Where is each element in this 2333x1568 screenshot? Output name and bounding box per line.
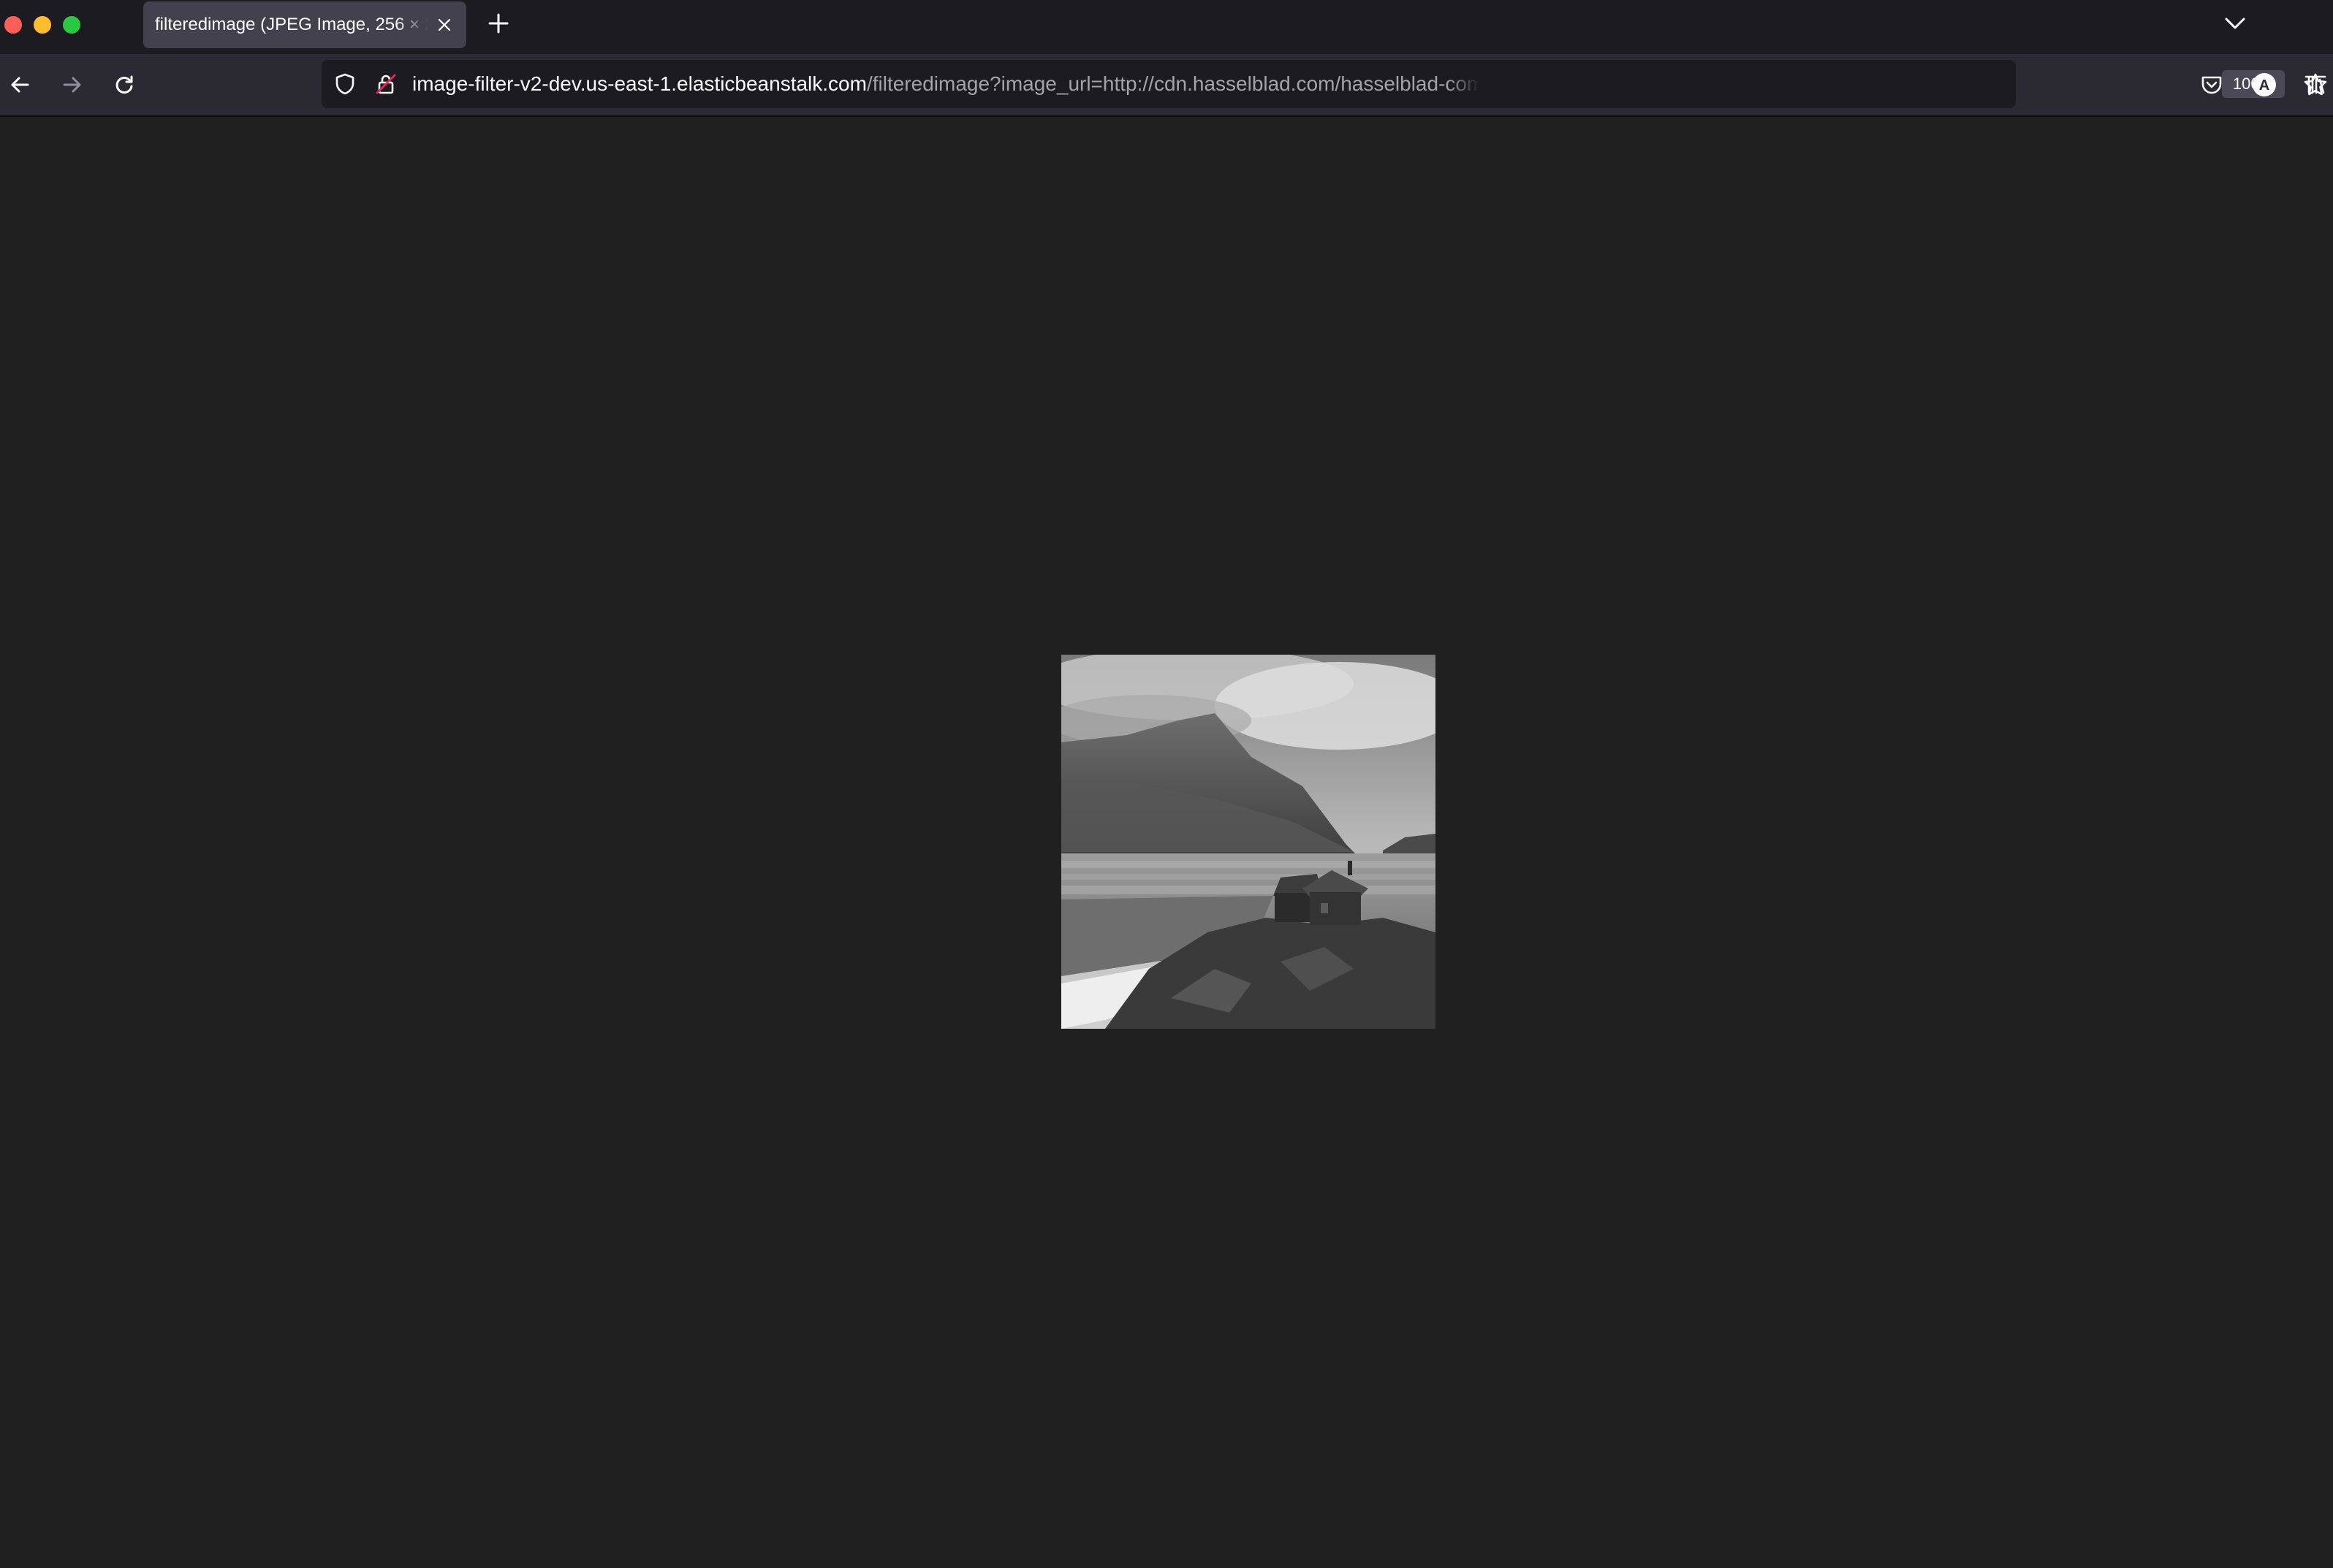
navigation-toolbar: image-filter-v2-dev.us-east-1.elasticbea… bbox=[0, 54, 2333, 117]
image-viewer bbox=[0, 117, 2333, 1568]
tab-active[interactable]: filteredimage (JPEG Image, 256 × 256 pix… bbox=[143, 1, 466, 48]
insecure-lock-icon[interactable] bbox=[374, 72, 398, 96]
back-arrow-icon bbox=[11, 77, 29, 93]
reload-button[interactable] bbox=[107, 67, 142, 102]
close-window-button[interactable] bbox=[4, 16, 22, 34]
reload-icon bbox=[115, 75, 133, 94]
url-path: /filteredimage?image_url=http://cdn.hass… bbox=[866, 72, 1479, 95]
minimize-window-button[interactable] bbox=[34, 16, 51, 34]
maximize-window-button[interactable] bbox=[63, 16, 80, 34]
tab-title: filteredimage (JPEG Image, 256 × 256 pix… bbox=[155, 15, 428, 34]
shield-icon[interactable] bbox=[333, 72, 357, 96]
account-button[interactable]: A bbox=[2247, 67, 2282, 102]
browser-window: filteredimage (JPEG Image, 256 × 256 pix… bbox=[0, 0, 2333, 1568]
library-icon bbox=[2304, 75, 2326, 94]
url-text[interactable]: image-filter-v2-dev.us-east-1.elasticbea… bbox=[412, 60, 1479, 108]
landscape-photo bbox=[1061, 655, 1435, 1029]
forward-button[interactable] bbox=[54, 67, 89, 102]
account-icon: A bbox=[2253, 73, 2276, 96]
back-button[interactable] bbox=[3, 67, 38, 102]
tab-strip: filteredimage (JPEG Image, 256 × 256 pix… bbox=[0, 0, 2333, 54]
library-button[interactable] bbox=[2298, 67, 2333, 102]
account-initial: A bbox=[2259, 77, 2269, 94]
url-host: image-filter-v2-dev.us-east-1.elasticbea… bbox=[412, 72, 867, 95]
address-bar[interactable]: image-filter-v2-dev.us-east-1.elasticbea… bbox=[322, 60, 2327, 108]
close-icon[interactable] bbox=[436, 16, 453, 34]
forward-arrow-icon bbox=[63, 77, 81, 93]
pocket-icon bbox=[2201, 76, 2222, 94]
pocket-button[interactable] bbox=[2194, 67, 2229, 102]
plus-icon[interactable] bbox=[485, 10, 512, 37]
displayed-image[interactable] bbox=[1061, 655, 1435, 1029]
chevron-down-icon[interactable] bbox=[2222, 13, 2248, 34]
